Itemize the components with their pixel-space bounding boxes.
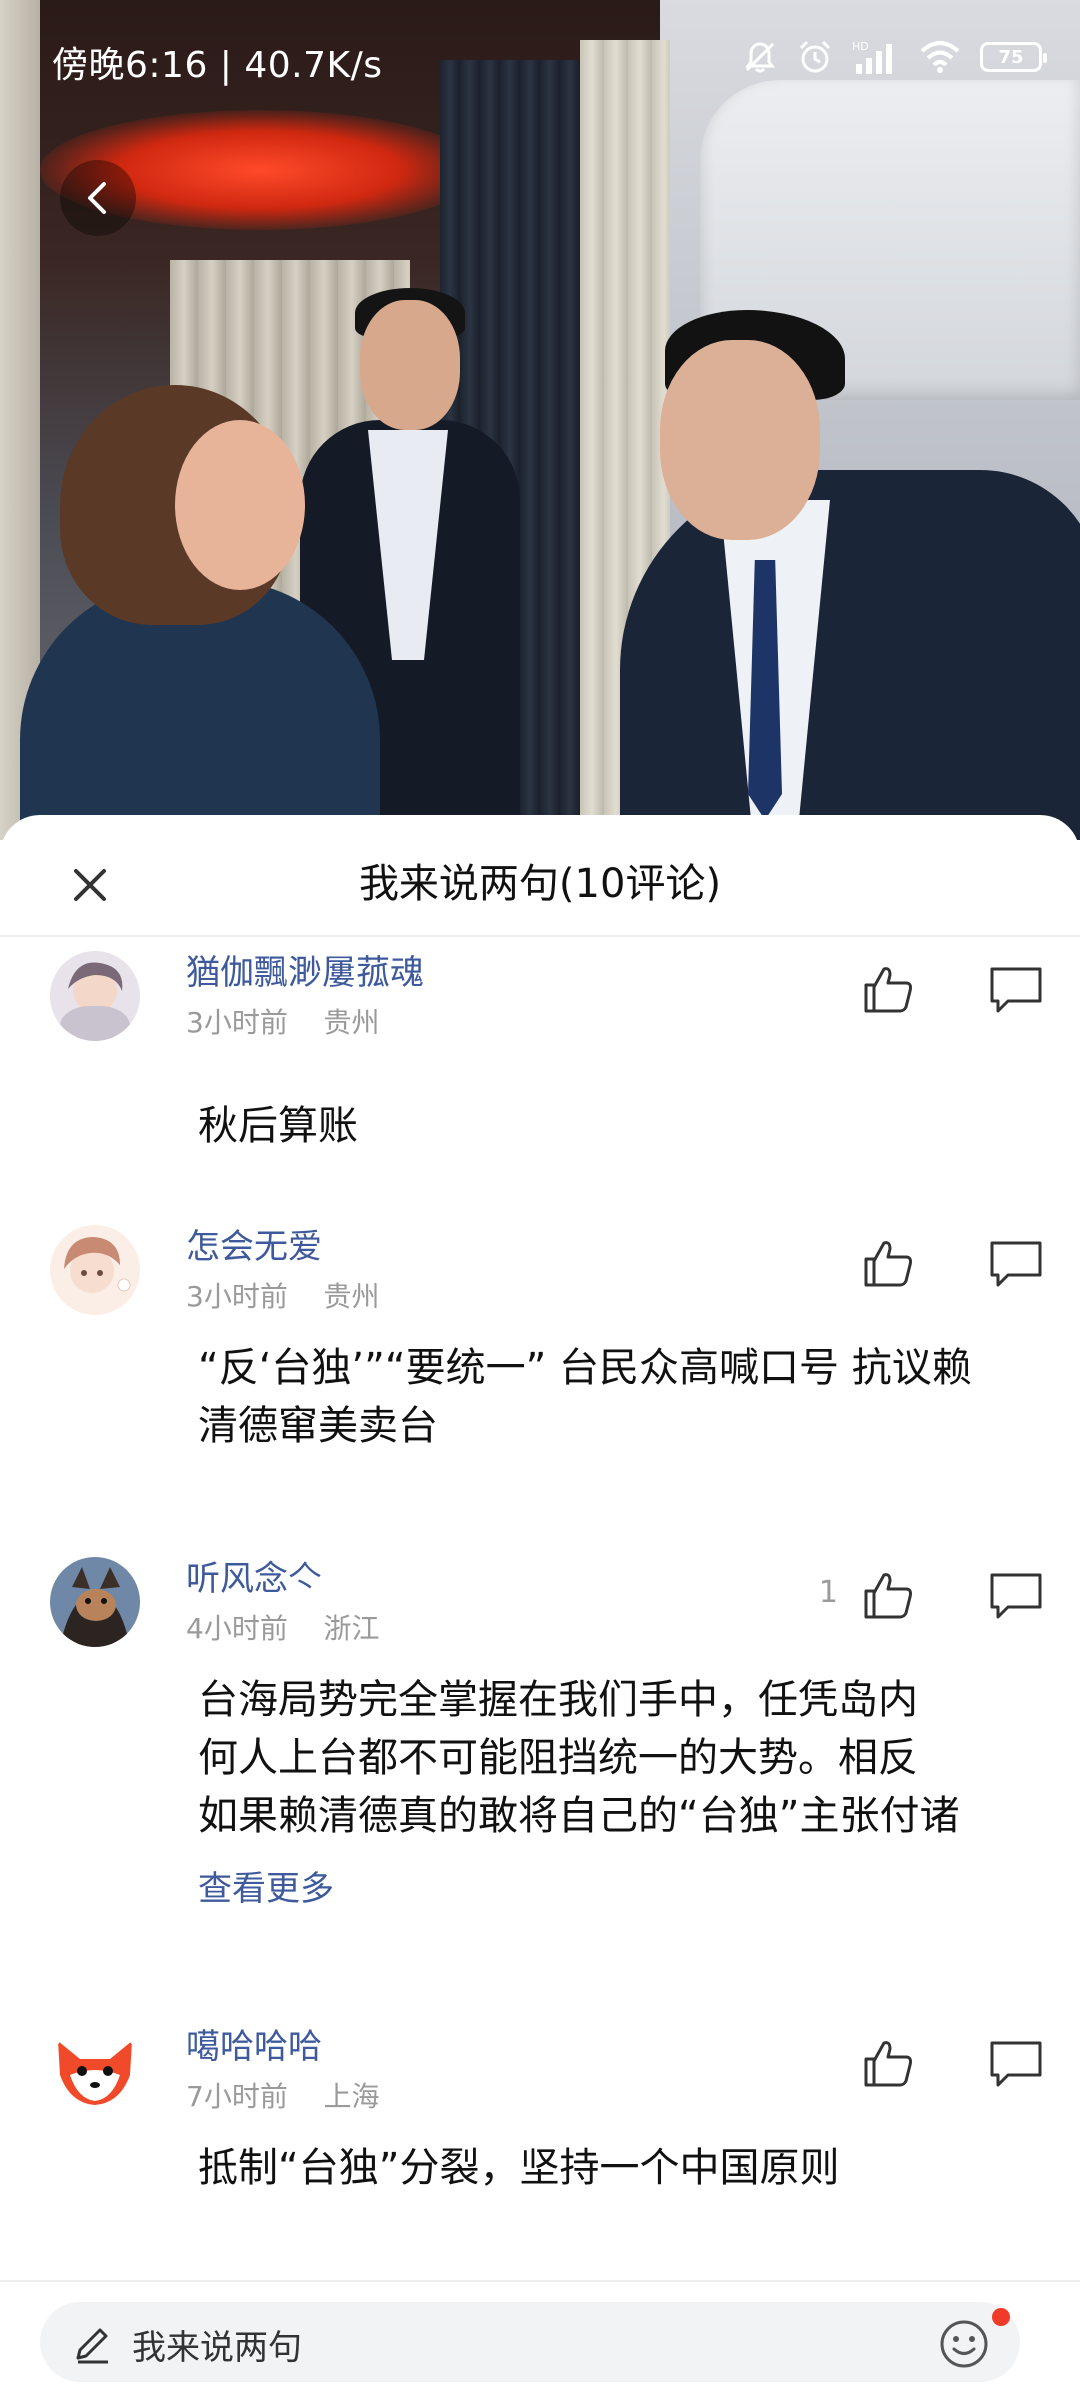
thumbs-up-icon	[864, 1241, 912, 1287]
reply-button[interactable]	[986, 961, 1046, 1017]
pencil-icon	[76, 2328, 108, 2364]
avatar[interactable]	[50, 1557, 140, 1647]
comment-bubble-icon	[990, 967, 1042, 1013]
reply-button[interactable]	[986, 1235, 1046, 1291]
avatar[interactable]	[50, 951, 140, 1041]
comment-time: 3小时前	[186, 1280, 288, 1313]
like-button[interactable]	[860, 1567, 916, 1623]
like-button[interactable]	[860, 961, 916, 1017]
person-woman-face	[175, 420, 305, 590]
wifi-icon	[920, 41, 960, 73]
hd-signal-icon: HD	[852, 40, 892, 74]
status-icons: HD 75	[742, 38, 1047, 76]
comment-time: 3小时前	[186, 1006, 288, 1039]
emoji-icon[interactable]	[936, 2316, 992, 2372]
like-button[interactable]	[860, 1235, 916, 1291]
person-man-body	[620, 470, 1080, 840]
sheet-title: 我来说两句(10评论)	[358, 861, 722, 907]
comment-username[interactable]: 猶伽飄渺屢菰魂	[186, 945, 424, 994]
status-bar: 傍晚6:16 | 40.7K/s HD 75	[0, 0, 1080, 120]
comment-meta: 3小时前 贵州	[186, 1275, 379, 1315]
reply-button[interactable]	[986, 2035, 1046, 2091]
comment-input-bar: 我来说两句	[0, 2280, 1080, 2400]
comment-text-line: 台海局势完全掌握在我们手中，任凭岛内	[198, 1677, 918, 1723]
person-guard-face	[360, 300, 460, 430]
comment-text-line: 如果赖清德真的敢将自己的“台独”主张付诸	[198, 1793, 960, 1839]
avatar-image	[50, 951, 140, 1041]
comment-location: 上海	[323, 2080, 380, 2113]
comment-bubble-icon	[990, 2041, 1042, 2087]
avatar-image	[50, 1225, 140, 1315]
avatar[interactable]	[50, 2025, 140, 2115]
comment-username[interactable]: 听风念亽	[186, 1551, 322, 1600]
comment-text: “反‘台独’”“要统一” 台民众高喊口号 抗议赖 清德窜美卖台	[198, 1339, 1038, 1455]
comment-location: 贵州	[323, 1280, 380, 1313]
screen: 傍晚6:16 | 40.7K/s HD 75 我来说两句(10评论) 猶伽飄渺屢…	[0, 0, 1080, 2400]
avatar-image	[50, 1557, 140, 1647]
battery-icon: 75	[980, 42, 1047, 72]
back-arrow-icon	[88, 182, 106, 214]
comment-bubble-icon	[990, 1241, 1042, 1287]
comment-location: 浙江	[323, 1612, 380, 1645]
comment-username[interactable]: 怎会无爱	[186, 1219, 322, 1268]
comment-text-line: 清德窜美卖台	[198, 1403, 438, 1449]
mute-bell-icon	[745, 42, 775, 73]
comment-text-line: “反‘台独’”“要统一” 台民众高喊口号 抗议赖	[198, 1345, 972, 1391]
comment-meta: 7小时前 上海	[186, 2075, 379, 2115]
back-button[interactable]	[60, 160, 136, 236]
svg-text:HD: HD	[852, 40, 869, 53]
see-more-link[interactable]: 查看更多	[198, 1861, 334, 1910]
comment-bubble-icon	[990, 1573, 1042, 1619]
alarm-icon	[799, 40, 831, 73]
person-man-face	[660, 340, 820, 540]
comment-time: 7小时前	[186, 2080, 288, 2113]
comment-text: 台海局势完全掌握在我们手中，任凭岛内 何人上台都不可能阻挡统一的大势。相反 如果…	[198, 1671, 1038, 1845]
notification-dot	[992, 2308, 1010, 2326]
comment-text-line: 秋后算账	[198, 1103, 358, 1149]
comment-text-line: 抵制“台独”分裂，坚持一个中国原则	[198, 2145, 840, 2191]
comment-text: 秋后算账	[198, 1097, 1038, 1155]
comment-text-line: 何人上台都不可能阻挡统一的大势。相反	[198, 1735, 918, 1781]
sheet-header: 我来说两句(10评论)	[0, 815, 1080, 937]
avatar[interactable]	[50, 1225, 140, 1315]
article-photo[interactable]	[0, 0, 1080, 840]
like-count: 1	[818, 1575, 838, 1610]
reply-button[interactable]	[986, 1567, 1046, 1623]
like-button[interactable]	[860, 2035, 916, 2091]
comment-input-placeholder: 我来说两句	[132, 2328, 302, 2368]
comment-time: 4小时前	[186, 1612, 288, 1645]
thumbs-up-icon	[864, 967, 912, 1013]
comment-username[interactable]: 噶哈哈哈	[186, 2019, 322, 2068]
battery-level: 75	[998, 46, 1024, 68]
comment-input[interactable]: 我来说两句	[40, 2302, 1020, 2382]
status-time: 傍晚6:16 | 40.7K/s	[52, 45, 383, 86]
thumbs-up-icon	[864, 2041, 912, 2087]
comment-text: 抵制“台独”分裂，坚持一个中国原则	[198, 2139, 1038, 2197]
comment-meta: 4小时前 浙江	[186, 1607, 379, 1647]
comment-sheet: 我来说两句(10评论) 猶伽飄渺屢菰魂 3小时前 贵州 秋后算账 怎会无爱 3小…	[0, 815, 1080, 2400]
comment-location: 贵州	[323, 1006, 380, 1039]
avatar-image	[50, 2025, 140, 2115]
thumbs-up-icon	[864, 1573, 912, 1619]
comment-meta: 3小时前 贵州	[186, 1001, 379, 1041]
